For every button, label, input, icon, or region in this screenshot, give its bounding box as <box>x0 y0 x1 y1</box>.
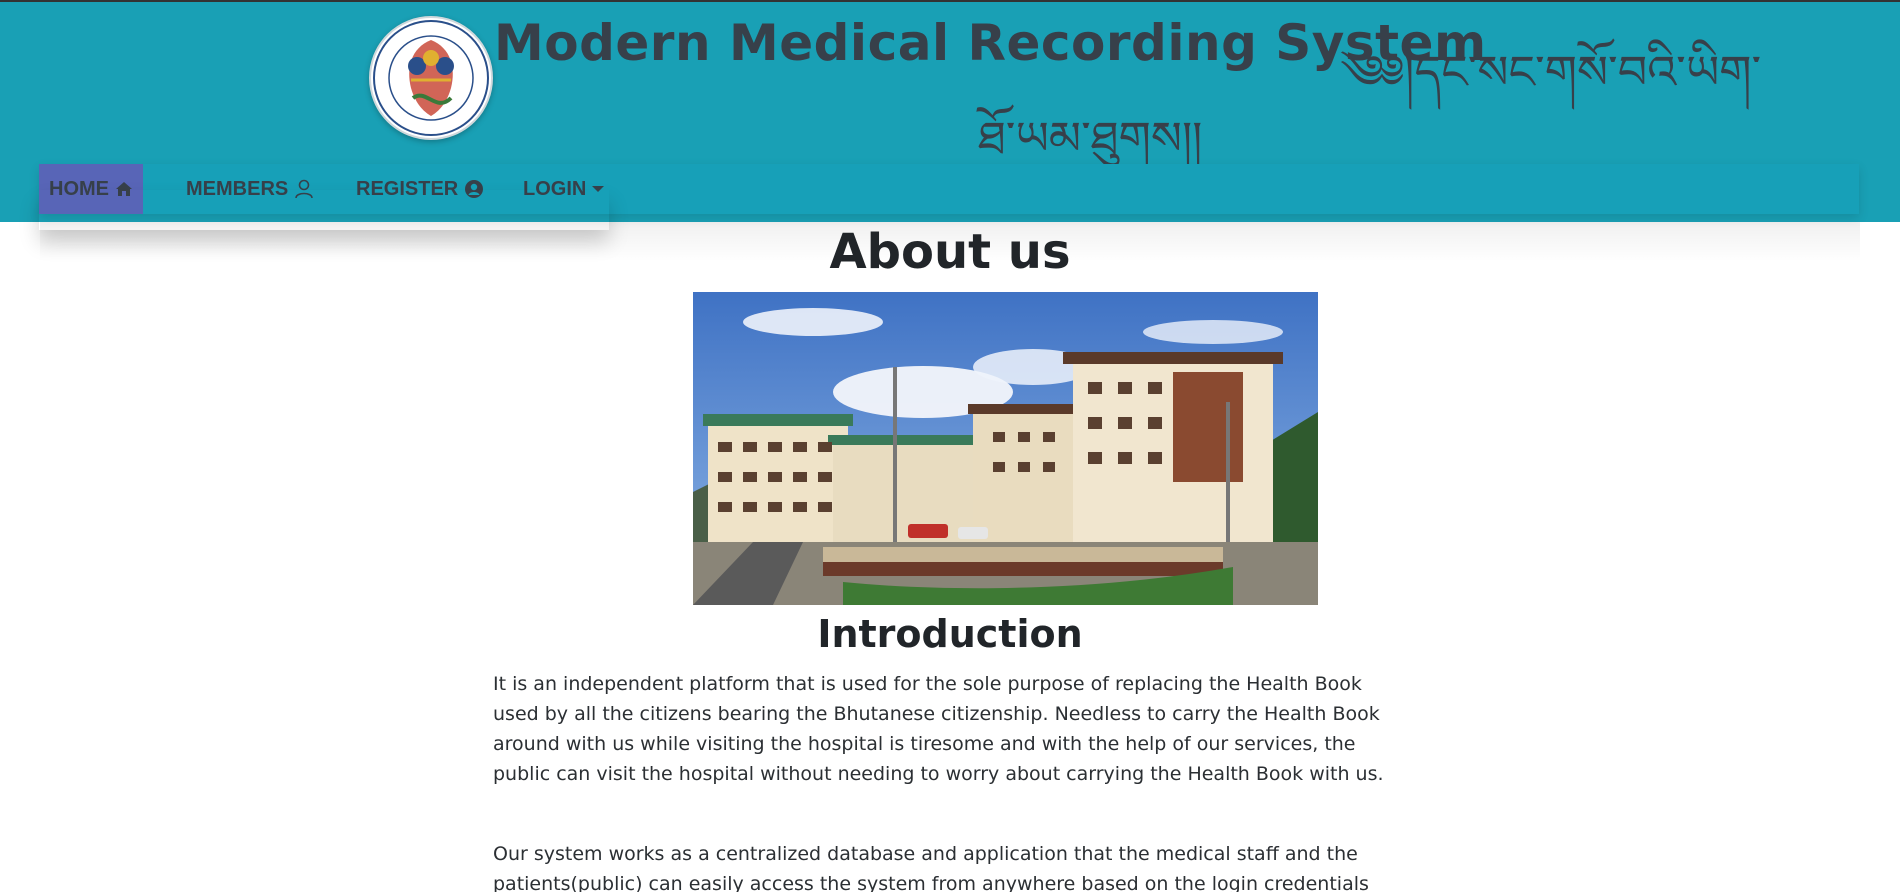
royal-emblem-logo <box>369 16 493 140</box>
nav-register[interactable]: REGISTER <box>346 164 516 214</box>
user-circle-icon <box>464 179 484 199</box>
nav-members[interactable]: MEMBERS <box>176 164 318 214</box>
section-title-introduction: Introduction <box>817 612 1083 656</box>
system-paragraph: Our system works as a centralized databa… <box>493 843 1369 892</box>
caret-down-icon <box>592 186 605 192</box>
nav-login-dropdown[interactable]: LOGIN <box>513 164 633 214</box>
dzongkha-title-line1: ༄༅།དང་སང་གསོ་བའི་ཡིག་ <box>1340 45 1762 99</box>
nav-members-label: MEMBERS <box>186 177 289 200</box>
nav-home-label: HOME <box>49 177 109 200</box>
site-header: Modern Medical Recording System ༄༅།དང་སང… <box>0 2 1900 222</box>
intro-paragraph: It is an independent platform that is us… <box>493 673 1384 785</box>
page-title: About us <box>829 224 1071 280</box>
hospital-building-photo <box>693 292 1318 605</box>
site-title: Modern Medical Recording System <box>494 14 1487 72</box>
nav-register-label: REGISTER <box>356 177 459 200</box>
user-outline-icon <box>294 179 314 199</box>
main-navbar: HOME MEMBERS REGISTER LOGIN <box>39 164 1859 214</box>
nav-login-label: LOGIN <box>523 177 587 200</box>
home-icon <box>115 181 133 197</box>
nav-home[interactable]: HOME <box>39 164 143 214</box>
